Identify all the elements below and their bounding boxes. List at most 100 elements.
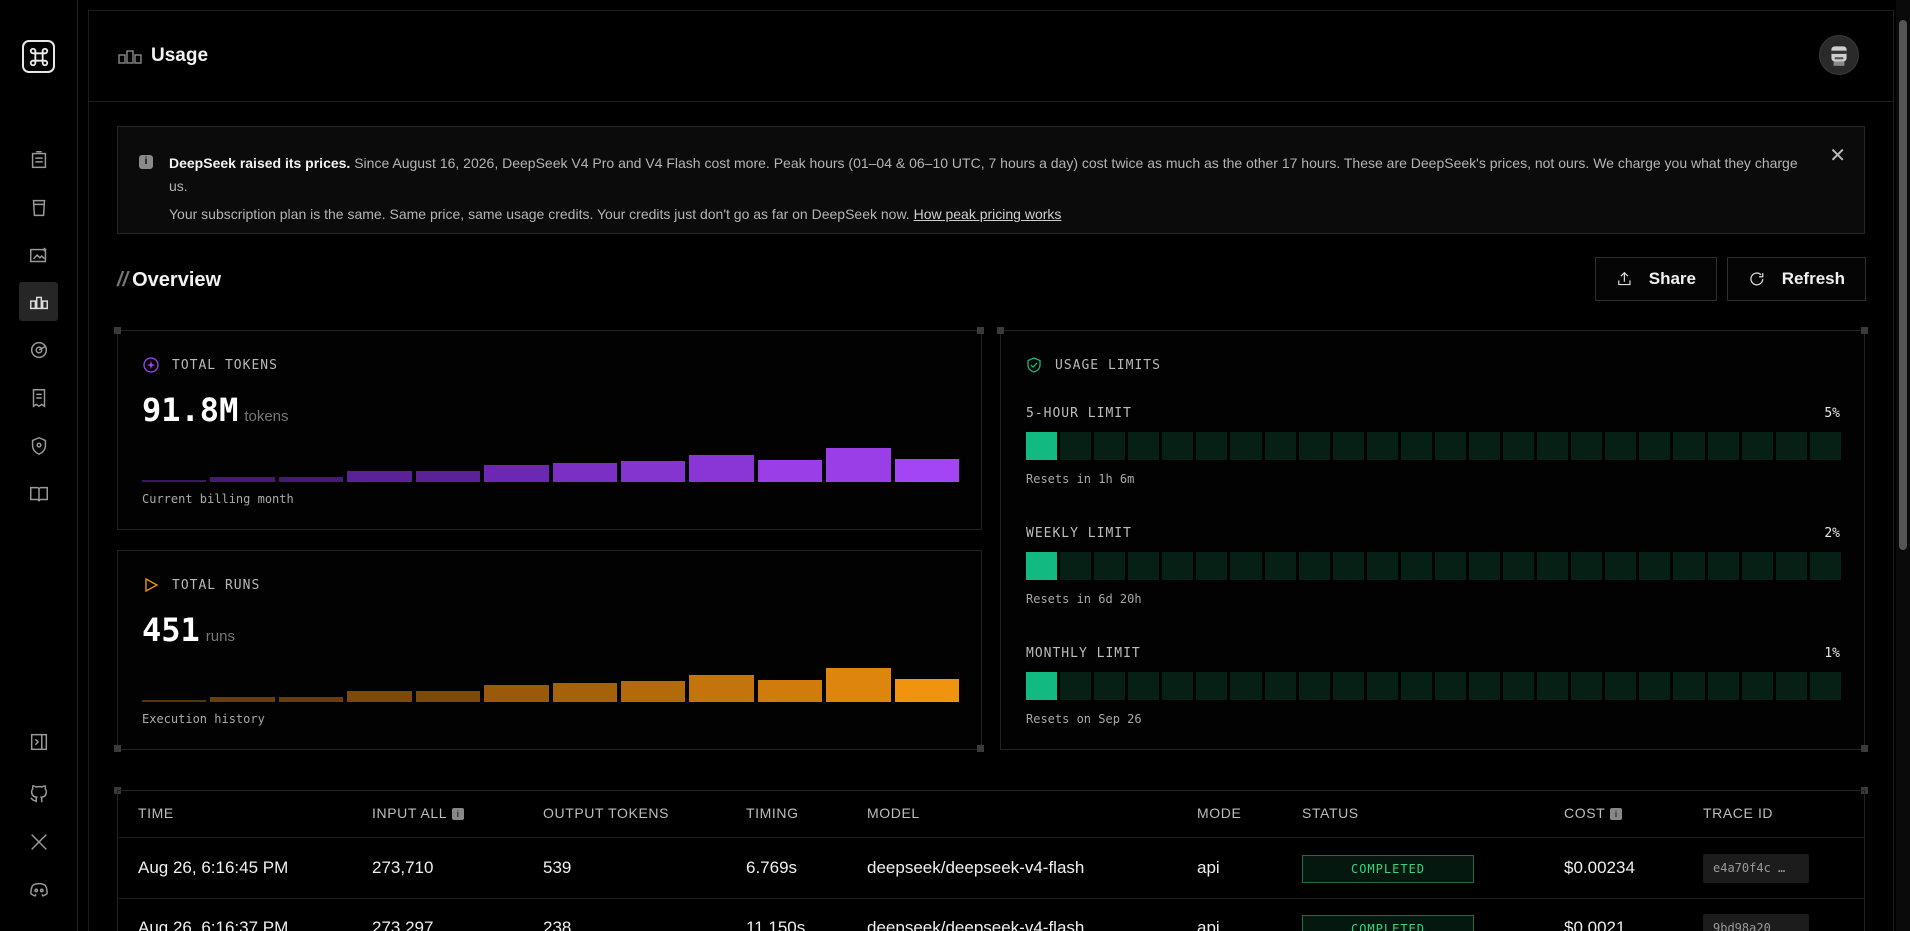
col-cost[interactable]: COST i: [1564, 805, 1623, 821]
chart-bar: [347, 471, 412, 482]
cell-timing: 6.769s: [746, 858, 798, 877]
chart-bar: [757, 680, 823, 702]
refresh-label: Refresh: [1781, 269, 1845, 288]
weekly-limit-label: WEEKLY LIMIT: [1026, 526, 1132, 541]
limit-segment: [1400, 552, 1432, 580]
sidebar-item-usage[interactable]: [19, 282, 58, 321]
radar-icon: [30, 341, 47, 358]
info-icon[interactable]: i: [1610, 808, 1623, 821]
row-divider: [117, 898, 1865, 899]
limit-segment: [1128, 672, 1160, 700]
collapse-sidebar-button[interactable]: [19, 722, 58, 761]
limit-segment: [1537, 552, 1569, 580]
limit-segment: [1366, 432, 1398, 460]
corner-marker: [1861, 745, 1868, 752]
limit-segment: [1298, 552, 1330, 580]
limit-segment: [1366, 672, 1398, 700]
col-time[interactable]: TIME: [138, 805, 174, 821]
limit-segment: [1503, 432, 1535, 460]
col-mode[interactable]: MODE: [1197, 805, 1241, 821]
refresh-icon: [1750, 272, 1764, 286]
sidebar-item-radar[interactable]: [19, 330, 58, 369]
x-icon: [30, 833, 47, 850]
corner-marker: [114, 327, 121, 334]
chart-bar: [415, 691, 481, 702]
sidebar-item-cup[interactable]: [19, 188, 58, 227]
limit-segment: [1128, 552, 1160, 580]
sidebar-item-image[interactable]: [19, 236, 58, 275]
refresh-button[interactable]: Refresh: [1727, 257, 1866, 301]
total-runs-card: TOTAL RUNS 451 runs Execution history: [117, 550, 982, 750]
sidebar: [0, 0, 78, 931]
x-link[interactable]: [19, 822, 58, 861]
github-link[interactable]: [19, 774, 58, 813]
limit-segment: [1605, 672, 1637, 700]
info-icon[interactable]: i: [452, 808, 465, 821]
corner-marker: [977, 745, 984, 752]
limit-segment: [1673, 672, 1705, 700]
tokens-bar-chart: [142, 448, 960, 482]
col-input[interactable]: INPUT ALL i: [372, 805, 465, 821]
sidebar-item-docs[interactable]: [19, 474, 58, 513]
usage-icon: [29, 296, 48, 309]
limit-segment: [1639, 552, 1671, 580]
limit-segment: [1196, 672, 1228, 700]
limit-segment: [1571, 432, 1603, 460]
limit-segment: [1264, 552, 1296, 580]
col-model[interactable]: MODEL: [867, 805, 920, 821]
command-logo-icon[interactable]: [22, 40, 55, 73]
limit-segment: [1571, 552, 1603, 580]
chart-bar: [347, 691, 412, 702]
trace-id-chip[interactable]: e4a70f4c …: [1703, 854, 1809, 883]
col-timing[interactable]: TIMING: [746, 805, 799, 821]
chart-bar: [210, 697, 275, 702]
scroll-thumb[interactable]: [1899, 20, 1907, 550]
avatar[interactable]: [1819, 35, 1859, 75]
corner-marker: [114, 745, 121, 752]
sidebar-item-receipt[interactable]: [19, 378, 58, 417]
sidebar-item-shield[interactable]: [19, 426, 58, 465]
col-cost-label: COST: [1564, 805, 1606, 821]
weekly-limit-meter: [1026, 552, 1841, 580]
limit-segment: [1775, 552, 1807, 580]
col-trace[interactable]: TRACE ID: [1703, 805, 1773, 821]
usage-limits-card: USAGE LIMITS 5-HOUR LIMIT 5% Resets in 1…: [1000, 330, 1865, 750]
chart-bar: [552, 463, 617, 482]
chart-bar: [689, 675, 754, 702]
limit-segment: [1162, 432, 1194, 460]
limit-segment: [1026, 432, 1058, 460]
limit-segment: [1537, 672, 1569, 700]
runs-bar-chart: [142, 668, 960, 702]
monthly-limit-label: MONTHLY LIMIT: [1026, 646, 1141, 661]
chart-bar: [278, 697, 344, 702]
chart-bar: [415, 471, 481, 482]
chart-bar: [210, 477, 275, 482]
chart-bar: [894, 459, 960, 482]
sidebar-item-tasks[interactable]: [19, 140, 58, 179]
limit-segment: [1503, 672, 1535, 700]
limit-segment: [1332, 672, 1364, 700]
limit-segment: [1094, 672, 1126, 700]
five-hour-limit-label: 5-HOUR LIMIT: [1026, 406, 1132, 421]
image-sparkle-icon: [29, 247, 46, 262]
close-icon[interactable]: ✕: [1829, 143, 1846, 168]
limit-segment: [1741, 552, 1773, 580]
cell-input: 273,710: [372, 858, 434, 877]
limit-segment: [1469, 552, 1501, 580]
limit-segment: [1809, 432, 1841, 460]
limit-segment: [1469, 672, 1501, 700]
col-output[interactable]: OUTPUT TOKENS: [543, 805, 669, 821]
cell-input: 273,297: [372, 918, 434, 931]
limit-segment: [1707, 552, 1739, 580]
discord-link[interactable]: [19, 870, 58, 909]
share-button[interactable]: Share: [1595, 257, 1717, 301]
runs-number: 451: [142, 611, 200, 649]
cell-cost: $0.00234: [1564, 858, 1635, 877]
cell-timing: 11.150s: [746, 918, 806, 931]
limit-segment: [1230, 432, 1262, 460]
trace-id-chip[interactable]: 9bd98a20: [1703, 914, 1809, 931]
cup-icon: [32, 199, 45, 216]
page-scrollbar[interactable]: [1896, 0, 1910, 931]
peak-pricing-link[interactable]: How peak pricing works: [914, 206, 1062, 222]
col-status[interactable]: STATUS: [1302, 805, 1359, 821]
